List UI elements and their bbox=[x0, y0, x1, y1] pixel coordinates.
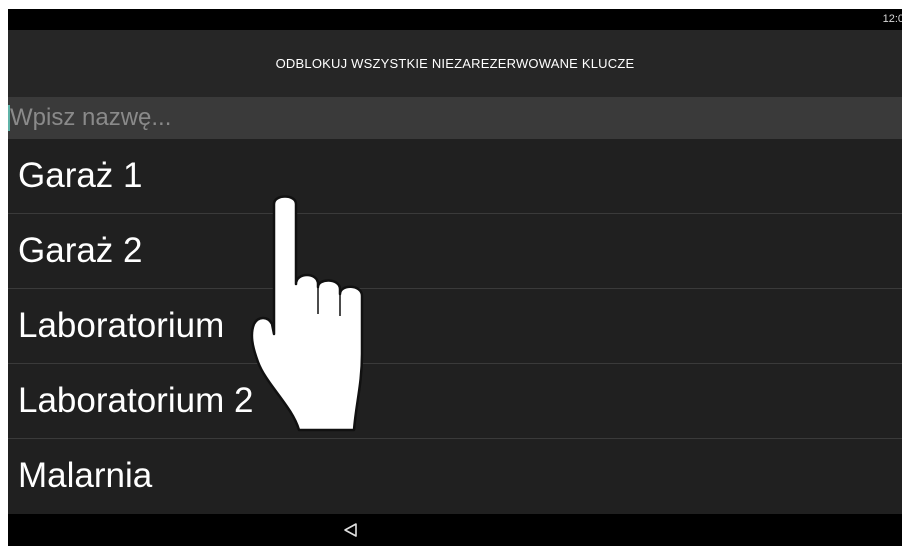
unlock-all-keys-button[interactable]: ODBLOKUJ WSZYSTKIE NIEZAREZERWOWANE KLUC… bbox=[264, 48, 647, 79]
list-item-label: Garaż 2 bbox=[18, 231, 143, 270]
search-row bbox=[8, 97, 902, 139]
list-item-label: Laboratorium 2 bbox=[18, 381, 254, 420]
action-bar: ODBLOKUJ WSZYSTKIE NIEZAREZERWOWANE KLUC… bbox=[8, 30, 902, 97]
list-item-garaz-1[interactable]: Garaż 1 bbox=[8, 139, 902, 214]
back-triangle-icon[interactable] bbox=[342, 521, 360, 539]
list-item-garaz-2[interactable]: Garaż 2 bbox=[8, 214, 902, 289]
status-time: 12:0 bbox=[882, 13, 902, 25]
app-window: 12:0 ODBLOKUJ WSZYSTKIE NIEZAREZERWOWANE… bbox=[8, 9, 902, 546]
navigation-bar bbox=[8, 514, 902, 546]
list-item-label: Garaż 1 bbox=[18, 156, 143, 195]
search-input[interactable] bbox=[10, 97, 890, 139]
list-item-laboratorium-2[interactable]: Laboratorium 2 bbox=[8, 364, 902, 439]
list-item-laboratorium[interactable]: Laboratorium bbox=[8, 289, 902, 364]
list-item-label: Malarnia bbox=[18, 456, 153, 495]
status-bar: 12:0 bbox=[8, 9, 902, 30]
list-item-label: Laboratorium bbox=[18, 306, 225, 345]
list-item-malarnia[interactable]: Malarnia bbox=[8, 439, 902, 513]
key-list[interactable]: Garaż 1 Garaż 2 Laboratorium Laboratoriu… bbox=[8, 139, 902, 513]
